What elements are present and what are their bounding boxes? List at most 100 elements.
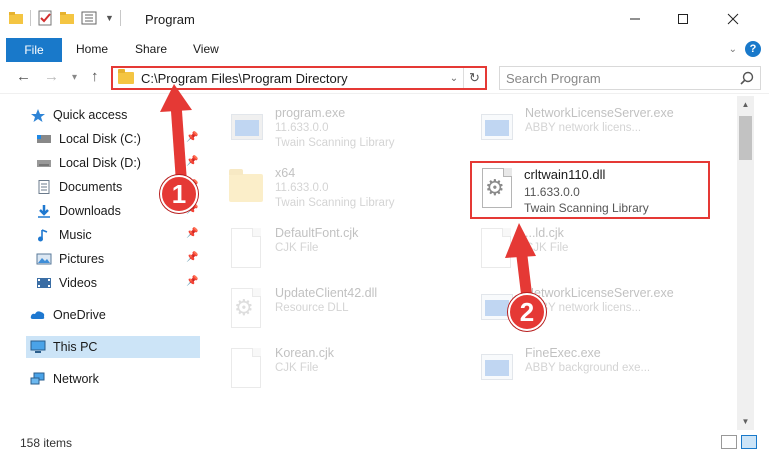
tab-share[interactable]: Share <box>135 42 167 56</box>
sidebar-item-network[interactable]: Network <box>30 368 99 390</box>
recent-locations-button[interactable]: ▾ <box>72 72 77 83</box>
step-badge-1: 1 <box>160 175 198 213</box>
downloads-icon <box>36 204 52 218</box>
sidebar-item-onedrive[interactable]: OneDrive <box>30 304 106 326</box>
folder-icon <box>227 168 265 212</box>
new-folder-icon[interactable] <box>59 11 75 25</box>
scroll-thumb[interactable] <box>739 116 752 160</box>
customize-toolbar-icon[interactable] <box>81 11 99 25</box>
sidebar-item-label: Local Disk (C:) <box>59 132 141 146</box>
tab-home[interactable]: Home <box>76 42 108 56</box>
file-item[interactable]: DefaultFont.cjk CJK File <box>227 224 467 278</box>
sidebar-item-label: Videos <box>59 276 97 290</box>
file-version: 11.633.0.0 <box>275 182 329 194</box>
pin-icon[interactable]: 📌 <box>186 252 198 263</box>
music-icon <box>36 228 52 242</box>
pictures-icon <box>36 252 52 266</box>
title-bar: ▼ Program <box>0 0 769 38</box>
separator <box>119 10 121 26</box>
window-title: Program <box>145 12 195 27</box>
gear-document-icon: ⚙ <box>227 288 265 332</box>
pin-icon[interactable]: 📌 <box>186 156 198 167</box>
search-input[interactable]: Search Program <box>506 71 740 86</box>
file-type: CJK File <box>275 242 319 254</box>
item-count: 158 items <box>20 436 73 450</box>
file-description: ABBY background exe... <box>525 362 651 374</box>
file-item[interactable]: x64 11.633.0.0 Twain Scanning Library <box>227 164 467 218</box>
chevron-down-icon[interactable]: ⌄ <box>445 73 463 84</box>
quick-access-toolbar: ▼ <box>8 10 121 26</box>
highlighted-file-item[interactable]: ⚙ crltwain110.dll 11.633.0.0 Twain Scann… <box>470 161 710 219</box>
separator <box>30 10 31 26</box>
refresh-button[interactable]: ↻ <box>463 68 485 88</box>
sidebar-item-label: Documents <box>59 180 123 194</box>
forward-button[interactable]: → <box>44 68 59 85</box>
sidebar-item-videos[interactable]: Videos 📌 <box>36 272 200 294</box>
expand-ribbon-icon[interactable]: ⌄ <box>729 44 737 55</box>
sidebar-item-label: Local Disk (D:) <box>59 156 141 170</box>
file-item[interactable]: NetworkLicenseServer.exe ABBY network li… <box>477 104 717 158</box>
navigation-bar: ← → ▾ ↑ C:\Program Files\Program Directo… <box>0 62 769 94</box>
details-view-icon[interactable] <box>721 435 737 449</box>
sidebar-item-music[interactable]: Music 📌 <box>36 224 200 246</box>
window-icon <box>477 108 515 152</box>
sidebar-item-label: This PC <box>53 340 98 354</box>
up-button[interactable]: ↑ <box>91 68 99 85</box>
search-box[interactable]: Search Program <box>499 66 761 90</box>
tiles-view-icon[interactable] <box>741 435 757 449</box>
properties-icon[interactable] <box>37 10 53 26</box>
network-icon <box>30 372 46 386</box>
sidebar-item-local-disk-d[interactable]: Local Disk (D:) 📌 <box>36 152 200 174</box>
file-name: UpdateClient42.dll <box>275 286 378 300</box>
file-name: Korean.cjk <box>275 346 335 360</box>
navigation-pane: Quick access Local Disk (C:) 📌 Local Dis… <box>0 96 200 426</box>
documents-icon <box>36 180 52 194</box>
file-item[interactable]: ⚙ UpdateClient42.dll Resource DLL <box>227 284 467 338</box>
gear-document-icon: ⚙ <box>478 168 516 212</box>
file-item[interactable]: program.exe 11.633.0.0 Twain Scanning Li… <box>227 104 467 158</box>
vertical-scrollbar[interactable]: ▲ ▼ <box>737 96 754 430</box>
pin-icon[interactable]: 📌 <box>186 228 198 239</box>
scroll-down-button[interactable]: ▼ <box>737 413 754 430</box>
step-badge-2: 2 <box>508 293 546 331</box>
file-description: ABBY network licens... <box>525 122 642 134</box>
close-icon <box>727 13 739 25</box>
scroll-up-button[interactable]: ▲ <box>737 96 754 113</box>
star-icon <box>30 108 46 122</box>
document-icon <box>227 348 265 392</box>
view-switcher <box>721 435 757 449</box>
file-name: DefaultFont.cjk <box>275 226 359 240</box>
tab-file[interactable]: File <box>6 38 62 62</box>
window-icon <box>477 348 515 392</box>
sidebar-item-quick-access[interactable]: Quick access <box>30 104 127 126</box>
document-icon <box>227 228 265 272</box>
search-icon <box>740 71 754 85</box>
file-name: NetworkLicenseServer.exe <box>525 286 674 300</box>
address-path[interactable]: C:\Program Files\Program Directory <box>141 71 445 86</box>
minimize-button[interactable] <box>612 0 658 38</box>
chevron-down-icon[interactable]: ▼ <box>105 13 114 23</box>
file-description: Twain Scanning Library <box>524 201 649 215</box>
drive-icon <box>36 132 52 146</box>
file-item[interactable]: Korean.cjk CJK File <box>227 344 467 398</box>
file-type: CJK File <box>275 362 319 374</box>
file-name: FineExec.exe <box>525 346 601 360</box>
help-icon[interactable]: ? <box>745 41 761 57</box>
maximize-button[interactable] <box>660 0 706 38</box>
back-button[interactable]: ← <box>16 68 31 85</box>
file-item[interactable]: ...ld.cjk CJK File <box>477 224 717 278</box>
file-type: CJK File <box>525 242 569 254</box>
address-bar[interactable]: C:\Program Files\Program Directory ⌄ ↻ <box>111 66 487 90</box>
sidebar-item-label: Music <box>59 228 92 242</box>
sidebar-item-local-disk-c[interactable]: Local Disk (C:) 📌 <box>36 128 200 150</box>
file-list: program.exe 11.633.0.0 Twain Scanning Li… <box>205 96 737 426</box>
videos-icon <box>36 276 52 290</box>
close-button[interactable] <box>710 0 756 38</box>
sidebar-item-pictures[interactable]: Pictures 📌 <box>36 248 200 270</box>
file-item[interactable]: FineExec.exe ABBY background exe... <box>477 344 717 398</box>
file-name: program.exe <box>275 106 346 120</box>
pin-icon[interactable]: 📌 <box>186 276 198 287</box>
tab-view[interactable]: View <box>193 42 219 56</box>
sidebar-item-this-pc[interactable]: This PC <box>26 336 200 358</box>
pin-icon[interactable]: 📌 <box>186 132 198 143</box>
